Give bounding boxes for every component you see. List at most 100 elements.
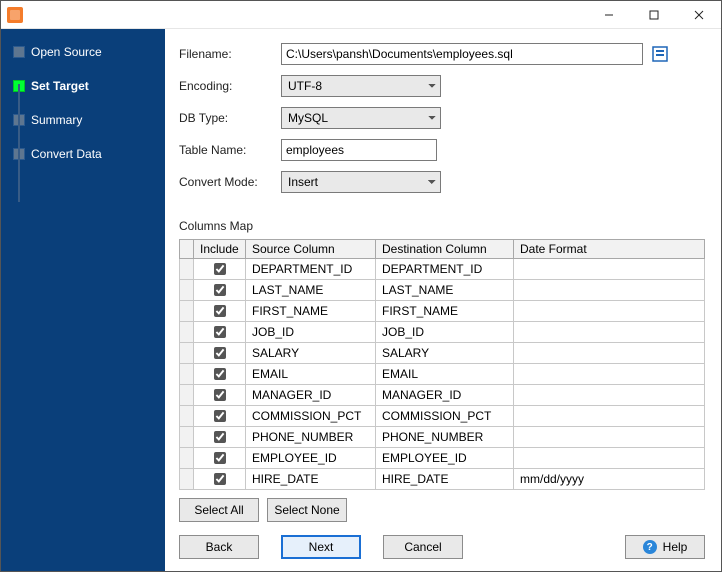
table-row[interactable]: FIRST_NAMEFIRST_NAME — [180, 301, 705, 322]
dbtype-select[interactable]: MySQL — [281, 107, 441, 129]
include-checkbox[interactable] — [214, 431, 226, 443]
datefmt-cell[interactable] — [514, 385, 705, 406]
source-cell[interactable]: COMMISSION_PCT — [246, 406, 376, 427]
row-header-cell[interactable] — [180, 343, 194, 364]
include-cell[interactable] — [194, 322, 246, 343]
include-cell[interactable] — [194, 448, 246, 469]
row-header-cell[interactable] — [180, 259, 194, 280]
dest-cell[interactable]: EMPLOYEE_ID — [376, 448, 514, 469]
select-all-button[interactable]: Select All — [179, 498, 259, 522]
dest-cell[interactable]: HIRE_DATE — [376, 469, 514, 490]
include-checkbox[interactable] — [214, 347, 226, 359]
include-checkbox[interactable] — [214, 284, 226, 296]
table-row[interactable]: COMMISSION_PCTCOMMISSION_PCT — [180, 406, 705, 427]
dest-cell[interactable]: DEPARTMENT_ID — [376, 259, 514, 280]
include-cell[interactable] — [194, 427, 246, 448]
select-none-button[interactable]: Select None — [267, 498, 347, 522]
table-row[interactable]: MANAGER_IDMANAGER_ID — [180, 385, 705, 406]
source-cell[interactable]: JOB_ID — [246, 322, 376, 343]
dest-cell[interactable]: LAST_NAME — [376, 280, 514, 301]
table-row[interactable]: HIRE_DATEHIRE_DATEmm/dd/yyyy — [180, 469, 705, 490]
source-cell[interactable]: EMAIL — [246, 364, 376, 385]
dest-cell[interactable]: SALARY — [376, 343, 514, 364]
row-header-cell[interactable] — [180, 469, 194, 490]
dest-cell[interactable]: EMAIL — [376, 364, 514, 385]
include-checkbox[interactable] — [214, 263, 226, 275]
include-checkbox[interactable] — [214, 305, 226, 317]
row-header-cell[interactable] — [180, 406, 194, 427]
source-cell[interactable]: SALARY — [246, 343, 376, 364]
include-cell[interactable] — [194, 469, 246, 490]
step-summary[interactable]: Summary — [7, 109, 165, 131]
datefmt-cell[interactable] — [514, 301, 705, 322]
row-header-cell[interactable] — [180, 301, 194, 322]
minimize-button[interactable] — [586, 1, 631, 28]
encoding-select[interactable]: UTF-8 — [281, 75, 441, 97]
step-convert-data[interactable]: Convert Data — [7, 143, 165, 165]
table-row[interactable]: SALARYSALARY — [180, 343, 705, 364]
next-button[interactable]: Next — [281, 535, 361, 559]
include-cell[interactable] — [194, 280, 246, 301]
source-cell[interactable]: HIRE_DATE — [246, 469, 376, 490]
datefmt-cell[interactable] — [514, 280, 705, 301]
datefmt-cell[interactable] — [514, 259, 705, 280]
dest-cell[interactable]: JOB_ID — [376, 322, 514, 343]
col-source-header[interactable]: Source Column — [246, 240, 376, 259]
table-row[interactable]: PHONE_NUMBERPHONE_NUMBER — [180, 427, 705, 448]
tablename-input[interactable] — [281, 139, 437, 161]
datefmt-cell[interactable] — [514, 406, 705, 427]
browse-file-button[interactable] — [649, 43, 671, 65]
row-header-cell[interactable] — [180, 448, 194, 469]
col-datefmt-header[interactable]: Date Format — [514, 240, 705, 259]
table-row[interactable]: LAST_NAMELAST_NAME — [180, 280, 705, 301]
source-cell[interactable]: EMPLOYEE_ID — [246, 448, 376, 469]
cancel-button[interactable]: Cancel — [383, 535, 463, 559]
step-set-target[interactable]: Set Target — [7, 75, 165, 97]
back-button[interactable]: Back — [179, 535, 259, 559]
include-cell[interactable] — [194, 385, 246, 406]
table-row[interactable]: EMPLOYEE_IDEMPLOYEE_ID — [180, 448, 705, 469]
filename-input[interactable] — [281, 43, 643, 65]
source-cell[interactable]: FIRST_NAME — [246, 301, 376, 322]
row-header-cell[interactable] — [180, 364, 194, 385]
dest-cell[interactable]: PHONE_NUMBER — [376, 427, 514, 448]
col-dest-header[interactable]: Destination Column — [376, 240, 514, 259]
include-checkbox[interactable] — [214, 410, 226, 422]
table-row[interactable]: JOB_IDJOB_ID — [180, 322, 705, 343]
include-cell[interactable] — [194, 364, 246, 385]
include-checkbox[interactable] — [214, 368, 226, 380]
datefmt-cell[interactable]: mm/dd/yyyy — [514, 469, 705, 490]
include-checkbox[interactable] — [214, 473, 226, 485]
dest-cell[interactable]: COMMISSION_PCT — [376, 406, 514, 427]
table-row[interactable]: EMAILEMAIL — [180, 364, 705, 385]
dest-cell[interactable]: FIRST_NAME — [376, 301, 514, 322]
row-header-cell[interactable] — [180, 280, 194, 301]
datefmt-cell[interactable] — [514, 448, 705, 469]
help-button[interactable]: ? Help — [625, 535, 705, 559]
row-header-cell[interactable] — [180, 322, 194, 343]
row-header-cell[interactable] — [180, 385, 194, 406]
include-cell[interactable] — [194, 406, 246, 427]
source-cell[interactable]: DEPARTMENT_ID — [246, 259, 376, 280]
close-button[interactable] — [676, 1, 721, 28]
source-cell[interactable]: LAST_NAME — [246, 280, 376, 301]
col-include-header[interactable]: Include — [194, 240, 246, 259]
table-row[interactable]: DEPARTMENT_IDDEPARTMENT_ID — [180, 259, 705, 280]
include-checkbox[interactable] — [214, 389, 226, 401]
datefmt-cell[interactable] — [514, 343, 705, 364]
step-open-source[interactable]: Open Source — [7, 41, 165, 63]
convertmode-select[interactable]: Insert — [281, 171, 441, 193]
source-cell[interactable]: PHONE_NUMBER — [246, 427, 376, 448]
maximize-button[interactable] — [631, 1, 676, 28]
include-checkbox[interactable] — [214, 452, 226, 464]
columns-map-grid[interactable]: Include Source Column Destination Column… — [179, 239, 705, 490]
datefmt-cell[interactable] — [514, 427, 705, 448]
datefmt-cell[interactable] — [514, 364, 705, 385]
datefmt-cell[interactable] — [514, 322, 705, 343]
row-header-cell[interactable] — [180, 427, 194, 448]
include-checkbox[interactable] — [214, 326, 226, 338]
include-cell[interactable] — [194, 301, 246, 322]
source-cell[interactable]: MANAGER_ID — [246, 385, 376, 406]
dest-cell[interactable]: MANAGER_ID — [376, 385, 514, 406]
include-cell[interactable] — [194, 259, 246, 280]
